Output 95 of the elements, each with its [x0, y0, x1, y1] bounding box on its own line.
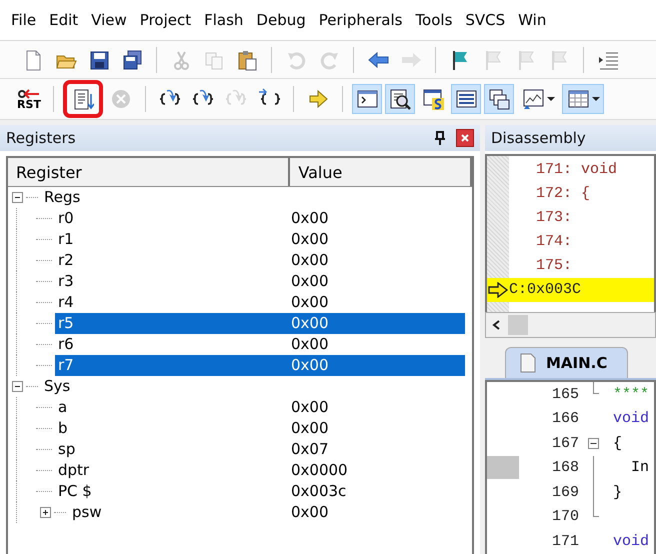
caret-icon: [546, 97, 554, 101]
disassembly-line: 171: void: [535, 160, 618, 180]
register-value: 0x00: [290, 271, 330, 292]
magnifier-document-button[interactable]: [385, 84, 415, 114]
line-number: 167: [550, 434, 580, 452]
line-number: 165: [550, 386, 580, 403]
register-name[interactable]: r0: [55, 208, 77, 229]
register-value: 0x00: [290, 418, 330, 439]
collapse-icon[interactable]: [588, 438, 599, 449]
register-value: 0x07: [290, 439, 330, 460]
menu-item[interactable]: View: [90, 11, 138, 29]
code-line: void: [612, 532, 650, 550]
disassembly-line: 173:: [535, 208, 574, 228]
menu-item[interactable]: Debug: [255, 11, 317, 29]
file-tab[interactable]: MAIN.C: [505, 347, 628, 378]
column-header[interactable]: Register: [8, 158, 290, 186]
register-name[interactable]: PC $: [55, 481, 95, 502]
panel-title: Registers: [6, 129, 77, 147]
menu-item[interactable]: Edit: [48, 11, 90, 29]
menu-item[interactable]: Flash: [203, 11, 254, 29]
line-number: 169: [550, 484, 580, 501]
register-value: 0x00: [288, 313, 465, 334]
magnifier-document-icon: [389, 88, 411, 110]
reset-icon: [17, 88, 41, 98]
register-value: 0x00: [290, 229, 330, 250]
register-name[interactable]: Regs: [41, 187, 84, 208]
register-name[interactable]: r1: [55, 229, 77, 250]
register-name[interactable]: r5: [55, 313, 291, 334]
register-name[interactable]: r2: [55, 250, 77, 271]
line-number: 170: [550, 508, 580, 526]
register-name[interactable]: Sys: [41, 376, 74, 397]
menu-item[interactable]: Peripherals: [318, 11, 414, 29]
disassembly-line: 174:: [535, 232, 574, 252]
close-icon: [461, 134, 469, 142]
close-button[interactable]: [456, 129, 474, 147]
document-icon: [520, 353, 536, 373]
list-button[interactable]: [451, 84, 481, 114]
line-number: 171: [550, 532, 580, 550]
windows-button[interactable]: [484, 84, 514, 114]
column-header[interactable]: Value: [290, 158, 472, 186]
register-name[interactable]: psw: [69, 502, 105, 523]
disassembly-line: 172: {: [535, 184, 592, 204]
register-value: 0x00: [290, 292, 330, 313]
code-line: void: [612, 410, 650, 428]
register-value: 0x00: [290, 334, 330, 355]
register-name[interactable]: sp: [55, 439, 78, 460]
code-line: In: [630, 459, 650, 476]
register-value: 0x00: [290, 397, 330, 418]
disassembly-line: 175:: [535, 256, 574, 276]
expand-icon[interactable]: [40, 507, 51, 518]
document-arrow-icon: [72, 88, 94, 110]
code-line: {: [612, 434, 622, 452]
register-value: 0x003c: [290, 481, 348, 502]
chart-window-icon: [522, 88, 544, 110]
menu-item[interactable]: File: [10, 11, 48, 29]
menu-item[interactable]: Tools: [414, 11, 464, 29]
list-icon: [455, 88, 477, 110]
caret-icon: [592, 97, 600, 101]
reset-button[interactable]: RST: [14, 84, 44, 114]
register-value: 0x00: [290, 502, 330, 523]
register-name[interactable]: r6: [55, 334, 77, 355]
register-name[interactable]: b: [55, 418, 71, 439]
table-window-icon: [566, 88, 588, 110]
register-name[interactable]: dptr: [55, 460, 92, 481]
symbols-window-icon: [422, 88, 444, 110]
code-line: }: [612, 484, 622, 501]
register-name[interactable]: r4: [55, 292, 77, 313]
register-name[interactable]: r3: [55, 271, 77, 292]
menu-item[interactable]: SVCS: [464, 11, 516, 29]
scrollbar-thumb[interactable]: [508, 315, 528, 335]
console-window-icon: [356, 88, 378, 110]
console-window-button[interactable]: [352, 84, 382, 114]
collapse-icon[interactable]: [12, 192, 23, 203]
code-line: ****: [612, 386, 650, 403]
windows-icon: [488, 88, 510, 110]
register-value: 0x0000: [290, 460, 349, 481]
arrow-icon: [487, 282, 509, 298]
pin-icon[interactable]: [434, 131, 446, 145]
menu-item[interactable]: Project: [138, 11, 202, 29]
stop-icon: [110, 88, 132, 110]
floppy-disks-icon: [121, 48, 143, 70]
line-number: 168: [550, 459, 580, 476]
panel-title: Disassembly: [491, 129, 587, 147]
register-name[interactable]: a: [55, 397, 70, 418]
document-arrow-button[interactable]: [63, 80, 103, 118]
register-name[interactable]: r7: [55, 355, 291, 376]
register-value: 0x00: [290, 208, 330, 229]
table-window-button[interactable]: [562, 84, 604, 114]
clipboard-icon: [236, 48, 258, 70]
register-value: 0x00: [288, 355, 465, 376]
register-value: 0x00: [290, 250, 330, 271]
arrow-icon: [307, 88, 329, 110]
collapse-icon[interactable]: [12, 381, 23, 392]
menu-item[interactable]: Win: [517, 11, 558, 29]
line-number: 166: [550, 410, 580, 428]
